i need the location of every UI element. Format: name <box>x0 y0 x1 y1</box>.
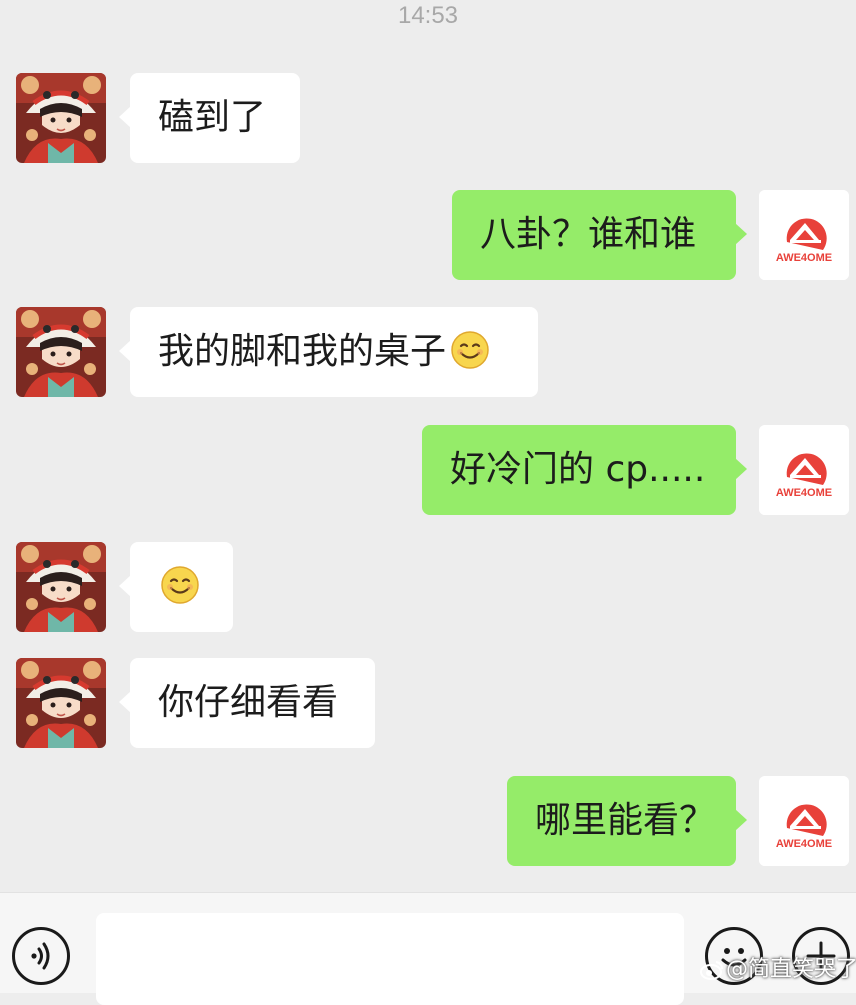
bubble-tail <box>119 340 131 362</box>
watermark: @简直笑哭了 <box>700 956 856 984</box>
avatar-brand-text: AWE4OME <box>775 252 833 264</box>
watermark-text: @简直笑哭了 <box>726 957 856 982</box>
message-input[interactable] <box>96 913 684 1005</box>
contact-avatar[interactable] <box>16 542 106 632</box>
message-text: 好冷门的 cp..... <box>450 449 706 490</box>
my-avatar[interactable]: AWE4OME <box>759 776 849 866</box>
my-avatar[interactable]: AWE4OME <box>759 425 849 515</box>
message-text: 哪里能看？ <box>535 800 716 841</box>
avatar-brand-text: AWE4OME <box>775 487 833 499</box>
message-text: 八卦？谁和谁 <box>480 214 697 255</box>
bubble-tail <box>735 809 747 831</box>
bubble-tail <box>119 575 131 597</box>
anime-girl-avatar-icon <box>16 73 106 163</box>
awesome-logo-icon <box>759 190 849 280</box>
contact-avatar[interactable] <box>16 307 106 397</box>
message-text: 你仔细看看 <box>158 682 339 723</box>
message-bubble-outgoing[interactable]: 八卦？谁和谁 <box>452 190 747 280</box>
voice-button[interactable] <box>12 927 70 985</box>
awesome-logo-icon <box>759 425 849 515</box>
anime-girl-avatar-icon <box>16 542 106 632</box>
message-bubble-incoming[interactable]: 我的脚和我的桌子 <box>119 307 538 397</box>
message-bubble-outgoing[interactable]: 好冷门的 cp..... <box>422 425 747 515</box>
message-bubble-incoming[interactable]: 磕到了 <box>119 73 300 163</box>
message-bubble-incoming[interactable]: 你仔细看看 <box>119 658 375 748</box>
message-text: 磕到了 <box>158 97 267 138</box>
message-bubble-outgoing[interactable]: 哪里能看？ <box>507 776 747 866</box>
contact-avatar[interactable] <box>16 73 106 163</box>
contact-avatar[interactable] <box>16 658 106 748</box>
bubble-tail <box>119 106 131 128</box>
anime-girl-avatar-icon <box>16 658 106 748</box>
anime-girl-avatar-icon <box>16 307 106 397</box>
message-bubble-incoming[interactable] <box>119 542 233 632</box>
message-text: 我的脚和我的桌子 <box>158 331 447 372</box>
message-timestamp: 14:53 <box>397 2 459 29</box>
avatar-brand-text: AWE4OME <box>775 838 833 850</box>
voice-wave-icon <box>31 942 50 970</box>
weibo-logo-icon <box>700 961 723 980</box>
my-avatar[interactable]: AWE4OME <box>759 190 849 280</box>
awesome-logo-icon <box>759 776 849 866</box>
bubble-tail <box>735 223 747 245</box>
bubble-tail <box>735 458 747 480</box>
smiley-emoji-icon <box>450 330 490 370</box>
bubble-tail <box>119 691 131 713</box>
smiley-emoji-icon <box>160 565 200 605</box>
